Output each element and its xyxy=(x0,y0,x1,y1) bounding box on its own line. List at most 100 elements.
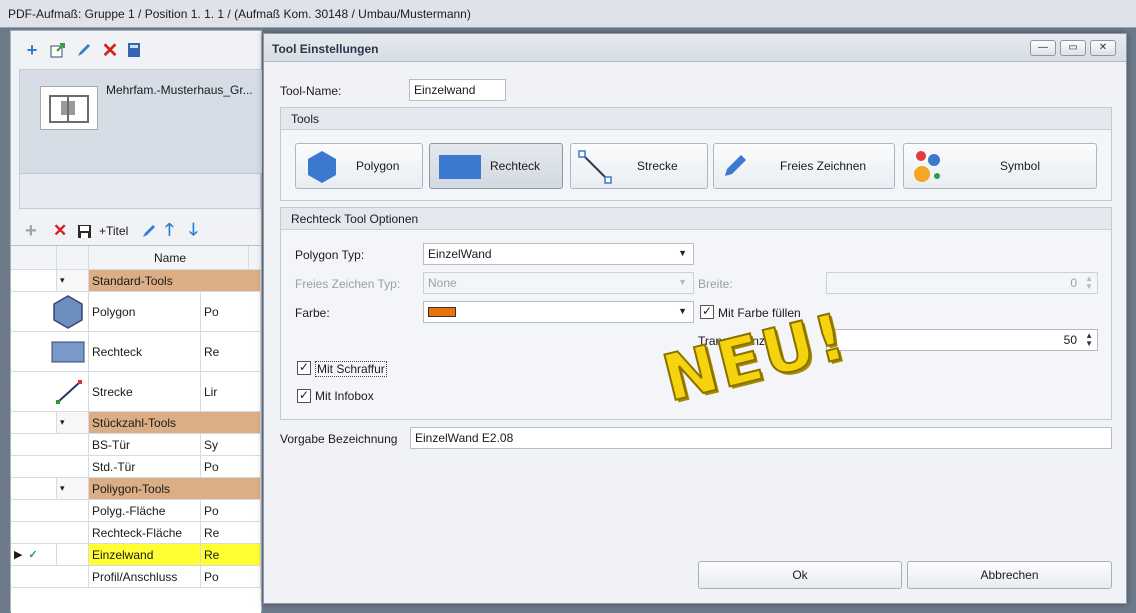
polygon-typ-label: Polygon Typ: xyxy=(295,248,365,262)
grid-cell-type: Po xyxy=(201,500,261,521)
table-row[interactable]: Strecke Lir xyxy=(11,372,261,412)
tool-rechteck-label: Rechteck xyxy=(490,159,541,173)
breite-value: 0 xyxy=(1070,276,1077,290)
transparenz-value: 50 xyxy=(1063,333,1077,347)
tool-settings-dialog: Tool Einstellungen — ▭ ✕ Tool-Name: Einz… xyxy=(263,33,1127,604)
maximize-button[interactable]: ▭ xyxy=(1060,40,1086,56)
table-row[interactable]: Polygon Po xyxy=(11,292,261,332)
schraffur-label: Mit Schraffur xyxy=(315,361,387,377)
grid-cell-name: Std.-Tür xyxy=(89,456,201,477)
grid-cell-name: BS-Tür xyxy=(89,434,201,455)
delete-icon[interactable]: ✕ xyxy=(53,220,67,242)
grid-cell-name: Poliygon-Tools xyxy=(89,478,261,499)
dialog-titlebar: Tool Einstellungen — ▭ ✕ xyxy=(264,34,1126,62)
close-button[interactable]: ✕ xyxy=(1090,40,1116,56)
tool-polygon-label: Polygon xyxy=(356,159,400,173)
grid-cell-type: Re xyxy=(201,544,261,565)
delete-icon[interactable]: ✕ xyxy=(99,39,121,62)
tool-polygon-button[interactable]: Polygon xyxy=(295,143,423,189)
ok-button[interactable]: Ok xyxy=(698,561,902,589)
tool-symbol-label: Symbol xyxy=(1000,159,1041,173)
farbe-label: Farbe: xyxy=(295,306,330,320)
file-item[interactable]: Mehrfam.-Musterhaus_Gr... xyxy=(20,70,262,174)
grid-cell-name: Einzelwand xyxy=(89,544,201,565)
left-pane: + ✕ Mehrfam.-Musterhaus_Gr... + ✕ +Titel… xyxy=(10,30,262,613)
tool-freies-zeichnen-label: Freies Zeichnen xyxy=(780,159,867,173)
tool-strecke-button[interactable]: Strecke xyxy=(570,143,708,189)
grid-cell-type: Po xyxy=(201,456,261,477)
minimize-button[interactable]: — xyxy=(1030,40,1056,56)
table-row[interactable]: Profil/Anschluss Po xyxy=(11,566,261,588)
add-icon[interactable]: + xyxy=(21,39,43,61)
add-icon[interactable]: + xyxy=(25,220,37,242)
check-icon: ✓ xyxy=(28,549,38,561)
grid-cell-type: Po xyxy=(201,292,261,331)
spinner-icon[interactable]: ▲ ▼ xyxy=(1085,332,1093,348)
line-icon xyxy=(578,150,612,184)
options-group-header: Rechteck Tool Optionen xyxy=(281,208,1111,230)
add-title-button[interactable]: +Titel xyxy=(99,220,128,242)
calculator-icon[interactable] xyxy=(123,39,145,61)
table-row[interactable]: Rechteck-Fläche Re xyxy=(11,522,261,544)
tool-rechteck-button[interactable]: Rechteck xyxy=(429,143,563,189)
freies-zeichen-typ-select[interactable]: None ▼ xyxy=(423,272,694,294)
schraffur-checkbox[interactable]: ✓ xyxy=(297,361,311,375)
table-row[interactable]: Std.-Tür Po xyxy=(11,456,261,478)
rectangle-icon xyxy=(51,341,85,362)
grid-cell-name: Profil/Anschluss xyxy=(89,566,201,587)
import-icon[interactable] xyxy=(47,39,69,61)
grid-cell-name: Strecke xyxy=(89,372,201,411)
tools-group: Tools Polygon Rechteck Strecke Freies Ze… xyxy=(280,107,1112,201)
arrow-down-icon[interactable]: 🡓 xyxy=(189,220,198,242)
collapse-icon[interactable]: ▾ xyxy=(57,270,89,291)
table-row[interactable]: ▾ Standard-Tools xyxy=(11,270,261,292)
table-row[interactable]: Polyg.-Fläche Po xyxy=(11,500,261,522)
tools-group-header: Tools xyxy=(281,108,1111,130)
infobox-checkbox[interactable]: ✓ xyxy=(297,389,311,403)
farbe-select[interactable]: ▼ xyxy=(423,301,694,323)
table-row[interactable]: Rechteck Re xyxy=(11,332,261,372)
tools-toolbar: + ✕ +Titel 🡑 🡓 xyxy=(11,216,261,246)
polygon-typ-select[interactable]: EinzelWand ▼ xyxy=(423,243,694,265)
tool-symbol-button[interactable]: Symbol xyxy=(903,143,1097,189)
transparenz-spinner[interactable]: 50 ▲ ▼ xyxy=(826,329,1098,351)
grid-cell-type: Lir xyxy=(201,372,261,411)
table-row[interactable]: ▾ Poliygon-Tools xyxy=(11,478,261,500)
edit-icon[interactable] xyxy=(73,39,95,61)
grid-header-name: Name xyxy=(89,246,249,269)
infobox-label: Mit Infobox xyxy=(315,389,374,403)
file-list: Mehrfam.-Musterhaus_Gr... xyxy=(19,69,262,209)
grid-cell-name: Rechteck xyxy=(89,332,201,371)
rectangle-icon xyxy=(439,155,481,179)
tool-name-label: Tool-Name: xyxy=(280,84,342,98)
edit-icon[interactable] xyxy=(141,220,157,242)
tool-name-input[interactable]: Einzelwand xyxy=(409,79,506,101)
vorgabe-bezeichnung-input[interactable]: EinzelWand E2.08 xyxy=(410,427,1112,449)
grid-cell-name: Polygon xyxy=(89,292,201,331)
collapse-icon[interactable]: ▾ xyxy=(57,478,89,499)
hexagon-icon xyxy=(308,151,336,183)
grid-cell-name: Stückzahl-Tools xyxy=(89,412,261,433)
cancel-button[interactable]: Abbrechen xyxy=(907,561,1112,589)
arrow-up-icon[interactable]: 🡑 xyxy=(165,220,174,242)
save-icon[interactable] xyxy=(77,220,92,242)
table-row-selected[interactable]: ▶ ✓ Einzelwand Re xyxy=(11,544,261,566)
mit-farbe-checkbox[interactable]: ✓ xyxy=(700,305,714,319)
grid-cell-name: Polyg.-Fläche xyxy=(89,500,201,521)
row-indicator-icon: ▶ ✓ xyxy=(11,544,57,565)
table-row[interactable]: ▾ Stückzahl-Tools xyxy=(11,412,261,434)
dialog-title: Tool Einstellungen xyxy=(272,42,379,56)
grid-header: Name xyxy=(11,246,261,270)
tool-freies-zeichnen-button[interactable]: Freies Zeichnen xyxy=(713,143,895,189)
collapse-icon[interactable]: ▾ xyxy=(57,412,89,433)
chevron-down-icon: ▼ xyxy=(678,277,687,287)
grid-cell-type: Sy xyxy=(201,434,261,455)
chevron-down-icon: ▼ xyxy=(678,248,687,258)
spinner-icon[interactable]: ▲ ▼ xyxy=(1085,275,1093,291)
polygon-typ-value: EinzelWand xyxy=(428,247,492,261)
table-row[interactable]: BS-Tür Sy xyxy=(11,434,261,456)
tools-grid: Name ▾ Standard-Tools Polygon Po Rechtec… xyxy=(11,245,261,613)
dots-icon xyxy=(914,151,940,182)
breite-spinner[interactable]: 0 ▲ ▼ xyxy=(826,272,1098,294)
grid-cell-type: Re xyxy=(201,522,261,543)
